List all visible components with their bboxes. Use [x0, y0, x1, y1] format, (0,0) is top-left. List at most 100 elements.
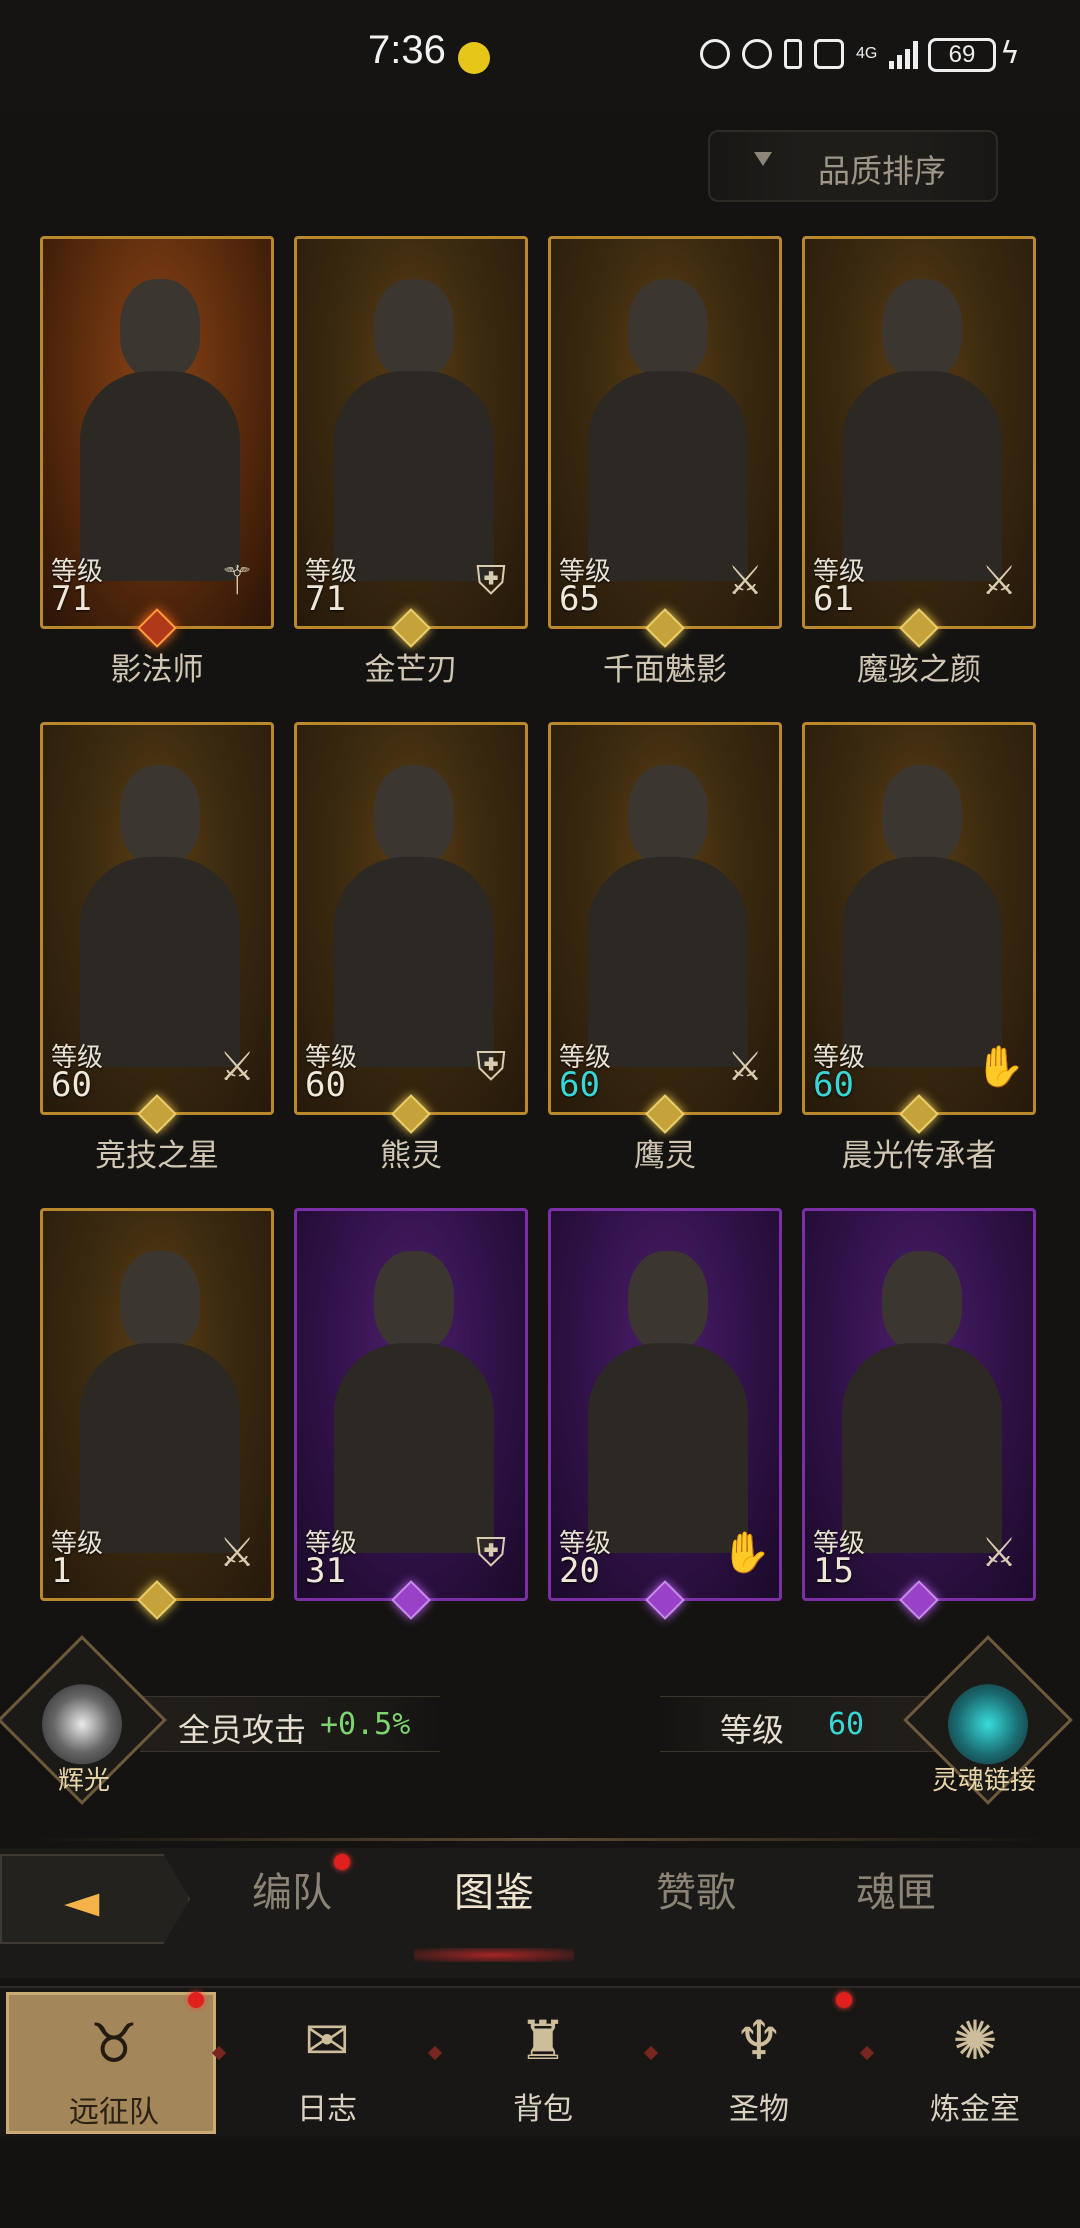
hero-figure [588, 279, 748, 581]
level-value: 15 [813, 1551, 854, 1591]
hero-name: 魔骇之颜 [857, 652, 981, 688]
level-value: 1 [51, 1551, 72, 1591]
hero-portrait: 等级 1 ⚔ [40, 1208, 274, 1601]
nav-item-chalice[interactable]: ♆ 圣物 [654, 1992, 864, 2134]
sword-icon: ⚔ [727, 558, 763, 604]
tab-3[interactable]: 魂匣 [856, 1860, 936, 1918]
system-nav-area [0, 2140, 1080, 2228]
attack-bonus-label: 全员攻击 [178, 1711, 307, 1749]
hero-name: 千面魅影 [603, 652, 727, 688]
active-tab-indicator [414, 1948, 574, 1962]
notification-dot-icon [458, 42, 490, 74]
nav-item-bag[interactable]: ♜ 背包 [438, 1992, 648, 2134]
hero-card[interactable]: 等级 60 ✋ 晨光传承者 [802, 722, 1036, 1174]
hero-portrait: 等级 61 ⚔ [802, 236, 1036, 629]
charging-icon: ϟ [1000, 36, 1020, 71]
staff-icon: ⚚ [219, 558, 255, 604]
attack-bonus-value: +0.5% [320, 1707, 411, 1742]
level-value: 61 [813, 579, 854, 619]
signal-icon [889, 39, 919, 69]
hero-figure [842, 279, 1002, 581]
hero-figure [842, 765, 1002, 1067]
nav-item-horned-helmet[interactable]: ♉ 远征队 [6, 1992, 216, 2134]
hero-card[interactable]: 等级 71 ⛨ 金芒刃 [294, 236, 528, 688]
hero-portrait: 等级 15 ⚔ [802, 1208, 1036, 1601]
nav-label: 背包 [513, 2092, 573, 2127]
sword-icon: ⚔ [981, 1530, 1017, 1576]
nav-item-scroll[interactable]: ✉ 日志 [222, 1992, 432, 2134]
hero-figure [588, 765, 748, 1067]
level-value: 71 [51, 579, 92, 619]
status-time: 7:36 [368, 28, 446, 72]
hero-card[interactable]: 等级 15 ⚔ [802, 1208, 1036, 1620]
hero-portrait: 等级 71 ⚚ [40, 236, 274, 629]
hand-icon: ✋ [721, 1530, 771, 1576]
level-value: 65 [559, 579, 600, 619]
hero-figure [334, 1251, 494, 1553]
hero-card[interactable]: 等级 60 ⛨ 熊灵 [294, 722, 528, 1174]
tab-1[interactable]: 图鉴 [454, 1860, 534, 1918]
hero-name: 影法师 [110, 652, 204, 688]
hero-card[interactable]: 等级 65 ⚔ 千面魅影 [548, 236, 782, 688]
notification-badge [334, 1854, 350, 1870]
hero-card[interactable]: 等级 31 ⛨ [294, 1208, 528, 1620]
hero-card[interactable]: 等级 71 ⚚ 影法师 [40, 236, 274, 688]
bottom-nav: ♉ 远征队 ✉ 日志 ♜ 背包 ♆ 圣物 ✺ 炼金室 [0, 1986, 1080, 2136]
shield-icon: ⛨ [476, 558, 506, 604]
nav-label: 远征队 [69, 2095, 159, 2130]
arrow-back-icon: ◄ [64, 1874, 100, 1928]
soul-link-level-value: 60 [828, 1707, 865, 1742]
hero-figure [80, 279, 240, 581]
quality-sort-button[interactable]: 品质排序 [708, 130, 998, 202]
chain-link-icon [948, 1684, 1028, 1765]
hero-figure [842, 1251, 1002, 1553]
bluetooth-icon [784, 39, 802, 69]
notification-badge [836, 1992, 852, 2008]
data-saver-icon [700, 39, 730, 69]
level-value: 60 [559, 1065, 600, 1105]
sub-tabs: ◄ 编队 图鉴 赞歌 魂匣 [0, 1848, 1080, 1978]
hero-name: 晨光传承者 [841, 1138, 997, 1174]
hero-card[interactable]: 等级 60 ⚔ 竞技之星 [40, 722, 274, 1174]
hero-card[interactable]: 等级 1 ⚔ [40, 1208, 274, 1620]
sword-icon: ⚔ [219, 1530, 255, 1576]
tab-0[interactable]: 编队 [252, 1860, 332, 1918]
hero-figure [334, 279, 494, 581]
compass-icon [42, 1684, 122, 1765]
tab-2[interactable]: 赞歌 [656, 1860, 736, 1918]
shield-icon: ⛨ [476, 1044, 506, 1090]
soul-link-level-label: 等级 [720, 1711, 785, 1749]
hero-portrait: 等级 20 ✋ [548, 1208, 782, 1601]
shield-icon: ⛨ [476, 1530, 506, 1576]
soul-link-label: 灵魂链接 [932, 1766, 1037, 1796]
hero-portrait: 等级 60 ⛨ [294, 722, 528, 1115]
chalice-icon: ♆ [734, 2009, 784, 2072]
mute-bell-icon [814, 39, 844, 69]
hero-portrait: 等级 31 ⛨ [294, 1208, 528, 1601]
hero-name: 竞技之星 [95, 1138, 219, 1174]
scroll-icon: ✉ [304, 2009, 350, 2072]
level-value: 60 [51, 1065, 92, 1105]
glow-label: 辉光 [58, 1766, 111, 1796]
hero-card[interactable]: 等级 20 ✋ [548, 1208, 782, 1620]
bonus-bar: 全员攻击 +0.5% 等级 60 辉光 灵魂链接 [0, 1635, 1080, 1805]
level-value: 31 [305, 1551, 346, 1591]
bag-icon: ♜ [518, 2009, 568, 2072]
hero-figure [80, 765, 240, 1067]
hero-figure [80, 1251, 240, 1553]
hero-portrait: 等级 71 ⛨ [294, 236, 528, 629]
sword-icon: ⚔ [727, 1044, 763, 1090]
network-type: 4G [856, 45, 878, 62]
hero-portrait: 等级 60 ⚔ [548, 722, 782, 1115]
notification-badge [188, 1992, 204, 2008]
nav-item-alchemy[interactable]: ✺ 炼金室 [870, 1992, 1080, 2134]
sword-icon: ⚔ [219, 1044, 255, 1090]
hero-portrait: 等级 60 ✋ [802, 722, 1036, 1115]
back-button[interactable]: ◄ [0, 1854, 190, 1944]
nav-label: 炼金室 [930, 2092, 1020, 2127]
status-bar: 7:36 4G 69 ϟ [0, 0, 1080, 110]
soul-link-level-strip: 等级 60 [660, 1696, 940, 1752]
hero-portrait: 等级 60 ⚔ [40, 722, 274, 1115]
hero-card[interactable]: 等级 61 ⚔ 魔骇之颜 [802, 236, 1036, 688]
hero-card[interactable]: 等级 60 ⚔ 鹰灵 [548, 722, 782, 1174]
